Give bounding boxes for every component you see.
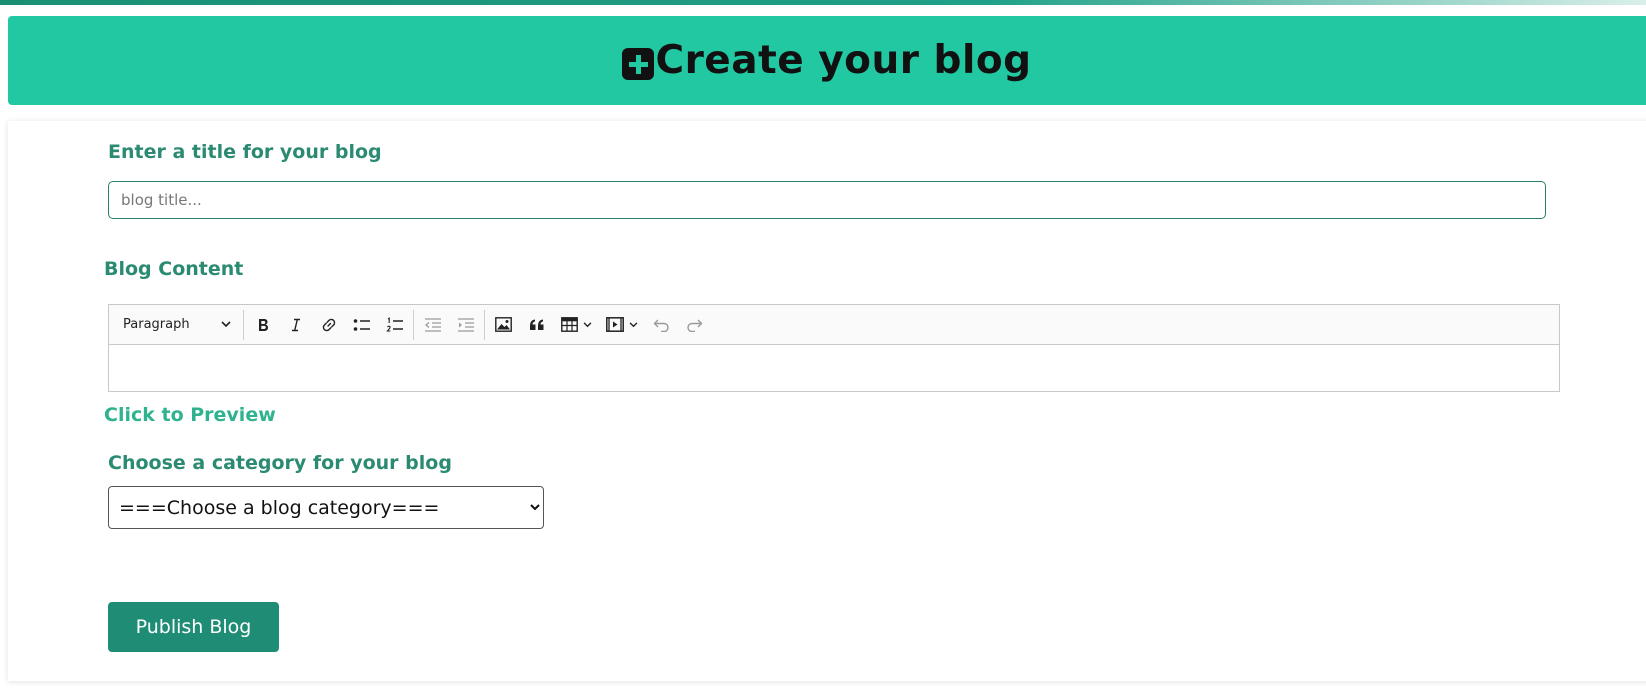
link-button[interactable] bbox=[312, 310, 345, 340]
page-header: Create your blog bbox=[8, 16, 1646, 105]
heading-dropdown-label: Paragraph bbox=[123, 317, 190, 332]
bulleted-list-icon bbox=[353, 318, 370, 331]
bulleted-list-button[interactable] bbox=[345, 310, 378, 340]
italic-icon bbox=[291, 318, 300, 331]
category-select[interactable]: ===Choose a blog category=== bbox=[108, 486, 544, 529]
blog-form-card: Enter a title for your blog Blog Content… bbox=[8, 121, 1646, 681]
blockquote-icon bbox=[529, 319, 543, 330]
link-icon bbox=[322, 318, 335, 331]
indent-button[interactable] bbox=[449, 310, 482, 340]
insert-image-button[interactable] bbox=[487, 310, 520, 340]
rich-text-editor: Paragraph bbox=[108, 304, 1560, 392]
top-accent-strip bbox=[0, 0, 1646, 5]
image-icon bbox=[495, 317, 512, 332]
outdent-button[interactable] bbox=[416, 310, 449, 340]
plus-square-icon bbox=[622, 47, 655, 80]
editor-content-area[interactable] bbox=[109, 345, 1559, 392]
editor-toolbar: Paragraph bbox=[109, 305, 1559, 345]
redo-button[interactable] bbox=[678, 310, 711, 340]
italic-button[interactable] bbox=[279, 310, 312, 340]
insert-media-button[interactable] bbox=[599, 310, 645, 340]
category-label: Choose a category for your blog bbox=[108, 452, 452, 474]
preview-link[interactable]: Click to Preview bbox=[104, 404, 276, 426]
toolbar-separator bbox=[484, 309, 485, 340]
table-icon bbox=[560, 317, 578, 332]
redo-icon bbox=[687, 319, 703, 332]
bold-button[interactable] bbox=[246, 310, 279, 340]
publish-blog-button[interactable]: Publish Blog bbox=[108, 602, 279, 652]
chevron-down-icon bbox=[629, 321, 638, 327]
bold-icon bbox=[258, 318, 268, 331]
indent-icon bbox=[457, 317, 474, 332]
undo-icon bbox=[653, 319, 669, 332]
chevron-down-icon bbox=[583, 321, 591, 327]
undo-button[interactable] bbox=[645, 310, 678, 340]
blockquote-button[interactable] bbox=[520, 310, 553, 340]
toolbar-separator bbox=[243, 309, 244, 340]
numbered-list-icon bbox=[385, 316, 403, 332]
numbered-list-button[interactable] bbox=[378, 310, 411, 340]
toolbar-separator bbox=[413, 309, 414, 340]
insert-table-button[interactable] bbox=[553, 310, 599, 340]
title-label: Enter a title for your blog bbox=[108, 141, 382, 163]
header-title-group: Create your blog bbox=[622, 38, 1031, 83]
page-title: Create your blog bbox=[655, 38, 1032, 83]
media-icon bbox=[606, 317, 624, 332]
heading-dropdown[interactable]: Paragraph bbox=[113, 310, 241, 340]
chevron-down-icon bbox=[221, 321, 231, 328]
blog-title-input[interactable] bbox=[108, 181, 1546, 219]
content-label: Blog Content bbox=[104, 258, 244, 280]
outdent-icon bbox=[424, 317, 441, 332]
